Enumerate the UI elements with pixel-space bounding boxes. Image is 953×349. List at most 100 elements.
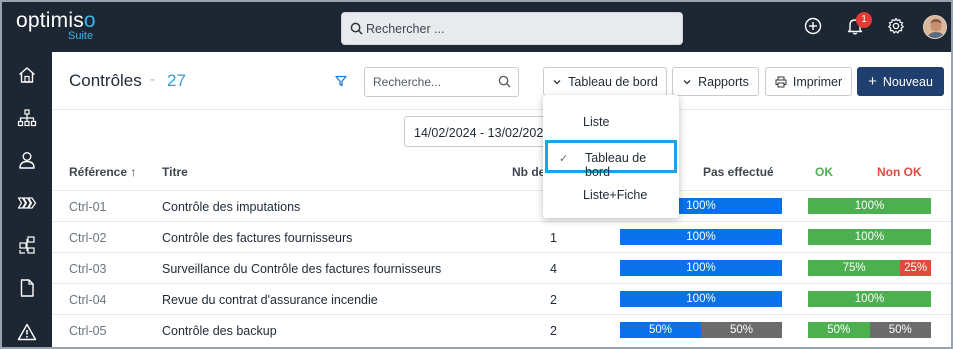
result-progress-bar: 100% [808,229,931,245]
header-divider [52,109,951,110]
main-content: Contrôles - 27 Tableau de bord Rapports … [52,52,951,347]
result-progress-bar: 75% 25% [808,260,931,276]
page-title: Contrôles [69,71,142,90]
result-progress-bar: 100% [808,198,931,214]
print-label: Imprimer [792,74,843,89]
progress-segment: 50% [620,322,701,338]
column-header-nb[interactable]: Nb de [512,165,545,179]
row-count: 2 [550,324,557,338]
row-count: 4 [550,262,557,276]
record-count: 27 [167,71,186,90]
search-icon [498,75,511,88]
chevron-down-icon [683,79,691,84]
row-reference: Ctrl-05 [69,324,107,338]
table-row[interactable]: Ctrl-03 Surveillance du Contrôle des fac… [52,252,951,283]
progress-segment: 50% [808,322,870,338]
document-icon[interactable] [17,278,37,298]
add-circle-icon[interactable] [803,16,823,36]
progress-segment: 100% [808,291,931,307]
column-header-not-done[interactable]: Pas effectué [703,165,774,179]
progress-segment: 50% [869,322,931,338]
sort-arrow-icon: ↑ [130,165,137,179]
execution-progress-bar: 50% 50% [620,322,782,338]
column-header-ok[interactable]: OK [815,165,833,179]
view-selector-button[interactable]: Tableau de bord [543,67,667,96]
progress-segment: 100% [620,260,782,276]
menu-item-label: Liste [583,115,610,129]
menu-item-liste[interactable]: Liste [543,105,679,138]
column-header-nok[interactable]: Non OK [877,165,922,179]
view-selector-label: Tableau de bord [568,74,658,89]
logo-subtitle: Suite [68,30,94,42]
avatar[interactable] [923,15,947,39]
reports-button[interactable]: Rapports [672,67,759,96]
list-search-input[interactable] [373,68,498,96]
title-separator: - [150,71,155,88]
progress-segment: 50% [701,322,782,338]
user-icon[interactable] [17,150,37,170]
column-header-reference-label: Référence [69,165,128,179]
chevron-down-icon [553,79,561,84]
execution-progress-bar: 100% [620,229,782,245]
menu-item-tableau-de-bord[interactable]: ✓ Tableau de bord [545,140,677,179]
progress-segment: 100% [620,229,782,245]
plus-icon: + [868,72,877,90]
global-search-input[interactable] [366,13,676,44]
row-title[interactable]: Contrôle des imputations [162,200,300,214]
row-title[interactable]: Surveillance du Contrôle des factures fo… [162,262,441,276]
printer-icon [775,76,787,87]
filter-icon[interactable] [335,75,347,87]
top-bar: optimiso Suite 1 [2,2,951,52]
table-row[interactable]: Ctrl-02 Contrôle des factures fournisseu… [52,221,951,252]
org-chart-icon[interactable] [17,108,37,128]
notification-badge: 1 [856,12,872,28]
progress-segment: 100% [808,229,931,245]
execution-progress-bar: 100% [620,291,782,307]
column-header-reference[interactable]: Référence ↑ [69,165,136,179]
sidebar [2,52,52,347]
menu-item-label: Tableau de bord [585,151,647,179]
row-count: 2 [550,293,557,307]
execution-progress-bar: 100% [620,260,782,276]
row-title[interactable]: Contrôle des backup [162,324,277,338]
hierarchy-icon[interactable] [17,235,37,255]
row-reference: Ctrl-01 [69,200,107,214]
row-reference: Ctrl-03 [69,262,107,276]
checkmark-icon: ✓ [559,153,569,165]
logo-text: optimis [16,9,84,32]
app-window: optimiso Suite 1 Contrôles - 27 [0,0,953,349]
date-range-picker[interactable]: 14/02/2024 - 13/02/2025 [404,116,547,147]
column-header-title[interactable]: Titre [162,165,188,179]
view-dropdown-menu: Liste ✓ Tableau de bord Liste+Fiche [543,95,679,218]
row-title[interactable]: Contrôle des factures fournisseurs [162,231,352,245]
row-reference: Ctrl-04 [69,293,107,307]
result-progress-bar: 100% [808,291,931,307]
gear-icon[interactable] [886,16,906,36]
progress-segment: 100% [620,291,782,307]
print-button[interactable]: Imprimer [765,67,852,96]
home-icon[interactable] [17,65,37,85]
warning-icon[interactable] [17,322,37,342]
row-title[interactable]: Revue du contrat d'assurance incendie [162,293,378,307]
list-search[interactable] [364,67,519,97]
progress-segment: 75% [808,260,901,276]
process-icon[interactable] [17,193,37,213]
table-row[interactable]: Ctrl-05 Contrôle des backup 2 50% 50% 50%… [52,314,951,345]
progress-segment: 25% [900,260,931,276]
progress-segment: 100% [808,198,931,214]
logo[interactable]: optimiso Suite [16,9,96,43]
row-reference: Ctrl-02 [69,231,107,245]
avatar-photo [924,16,946,38]
reports-label: Rapports [698,74,749,89]
table-row[interactable]: Ctrl-04 Revue du contrat d'assurance inc… [52,283,951,314]
menu-item-label: Liste+Fiche [583,188,648,202]
menu-item-liste-fiche[interactable]: Liste+Fiche [543,178,679,211]
logo-accent: o [83,9,96,32]
global-search[interactable] [341,12,683,45]
new-button[interactable]: + Nouveau [857,67,944,96]
new-label: Nouveau [882,74,933,89]
search-icon [350,22,363,35]
table-row[interactable]: Ctrl-01 Contrôle des imputations 100% 10… [52,190,951,221]
row-count: 1 [550,231,557,245]
result-progress-bar: 50% 50% [808,322,931,338]
